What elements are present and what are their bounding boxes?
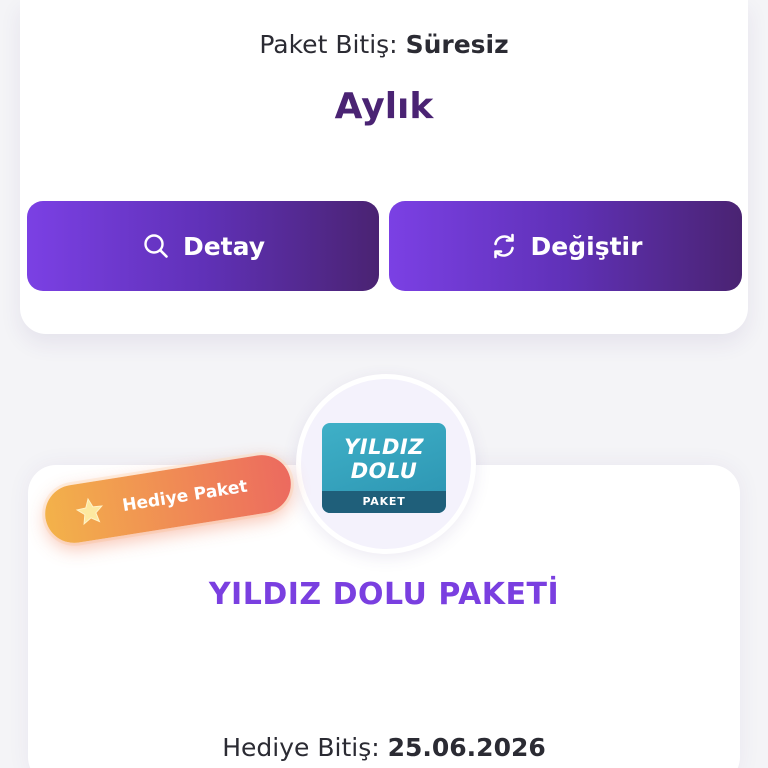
gift-end-label: Hediye Bitiş:: [222, 733, 380, 762]
change-button[interactable]: Değiştir: [389, 201, 742, 291]
package-end-label: Paket Bitiş:: [259, 30, 398, 59]
change-button-label: Değiştir: [530, 231, 643, 261]
package-end-text: Paket Bitiş: Süresiz: [0, 30, 768, 59]
package-period-title: Aylık: [334, 86, 434, 127]
detail-button-label: Detay: [182, 231, 266, 261]
yildiz-dolu-logo: YILDIZ DOLU PAKET: [322, 423, 446, 513]
gift-package-name: YILDIZ DOLU PAKETİ: [208, 577, 560, 612]
search-icon: [141, 231, 171, 261]
gift-end-value: 25.06.2026: [387, 733, 546, 762]
gift-end-text: Hediye Bitiş: 25.06.2026: [0, 733, 768, 762]
package-end-value: Süresiz: [405, 30, 509, 59]
package-screen: Paket Bitiş: Süresiz Aylık Detay Değişti…: [0, 0, 768, 768]
star-icon: [73, 494, 107, 528]
detail-button[interactable]: Detay: [27, 201, 379, 291]
logo-line2: DOLU: [350, 459, 418, 483]
logo-strip: PAKET: [322, 491, 446, 513]
refresh-icon: [489, 231, 519, 261]
gift-badge-label: Hediye Paket: [121, 476, 249, 517]
logo-line1: YILDIZ: [344, 435, 424, 459]
